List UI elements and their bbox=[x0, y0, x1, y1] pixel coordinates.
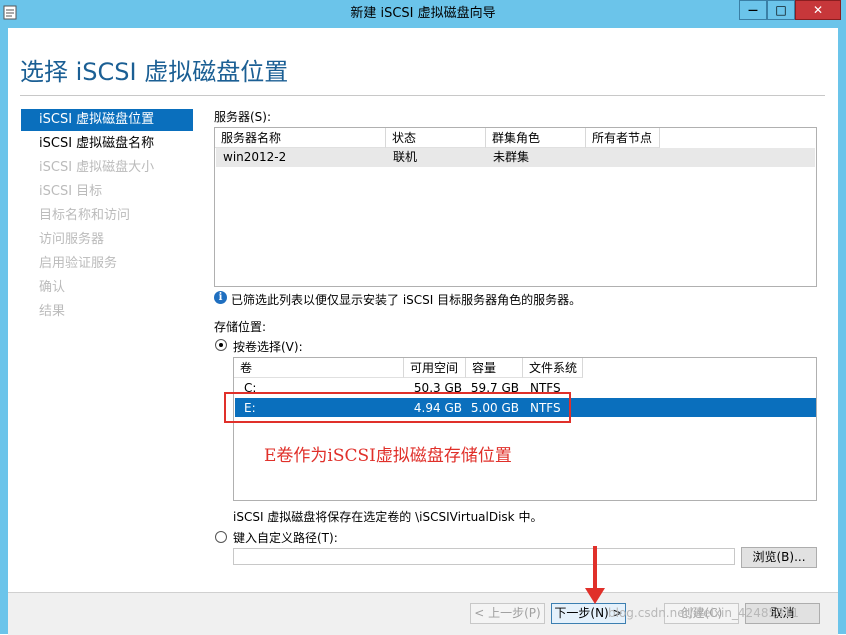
server-owner-cell bbox=[587, 148, 593, 167]
column-header-status[interactable]: 状态 bbox=[386, 128, 486, 148]
custom-path-label[interactable]: 键入自定义路径(T): bbox=[233, 529, 338, 546]
by-volume-label[interactable]: 按卷选择(V): bbox=[233, 338, 303, 355]
column-header-free-space[interactable]: 可用空间 bbox=[404, 358, 466, 378]
server-name-cell: win2012-2 bbox=[223, 150, 287, 164]
nav-item-iscsi-target: iSCSI 目标 bbox=[39, 184, 103, 199]
nav-item-auth-services: 启用验证服务 bbox=[39, 256, 118, 271]
filter-info-text: 已筛选此列表以便仅显示安装了 iSCSI 目标服务器角色的服务器。 bbox=[231, 293, 582, 307]
radio-selected-dot bbox=[219, 343, 223, 347]
page-title: 选择 iSCSI 虚拟磁盘位置 bbox=[20, 58, 289, 86]
nav-item-results: 结果 bbox=[39, 304, 66, 319]
window-title: 新建 iSCSI 虚拟磁盘向导 bbox=[350, 6, 496, 21]
column-header-server-name[interactable]: 服务器名称 bbox=[215, 128, 386, 148]
column-header-volume[interactable]: 卷 bbox=[234, 358, 404, 378]
by-volume-radio[interactable] bbox=[215, 339, 227, 351]
annotation-arrow-shaft bbox=[593, 546, 597, 592]
server-status-cell: 联机 bbox=[393, 150, 418, 164]
custom-path-input[interactable] bbox=[233, 548, 735, 565]
custom-path-radio[interactable] bbox=[215, 531, 227, 543]
nav-item-access-servers: 访问服务器 bbox=[39, 232, 105, 247]
heading-divider bbox=[20, 95, 825, 96]
nav-item-target-name-access: 目标名称和访问 bbox=[39, 208, 131, 223]
annotation-highlight-box bbox=[224, 392, 571, 423]
volume-list[interactable]: 卷 可用空间 容量 文件系统 C: 50.3 GB 59.7 GB NTFS E… bbox=[233, 357, 817, 501]
annotation-arrow-head bbox=[585, 588, 605, 604]
server-list[interactable]: 服务器名称 状态 群集角色 所有者节点 win2012-2 联机 未群集 bbox=[214, 127, 817, 287]
minimize-button[interactable]: — bbox=[739, 0, 767, 20]
minimize-icon: — bbox=[748, 4, 758, 16]
save-location-note: iSCSI 虚拟磁盘将保存在选定卷的 \iSCSIVirtualDisk 中。 bbox=[233, 510, 543, 524]
column-header-capacity[interactable]: 容量 bbox=[466, 358, 523, 378]
window-frame-right bbox=[838, 28, 846, 634]
watermark: blog.csdn.net/weixin_42485311 bbox=[608, 606, 799, 620]
column-header-cluster-role[interactable]: 群集角色 bbox=[486, 128, 586, 148]
maximize-icon: □ bbox=[775, 3, 787, 17]
back-button[interactable]: < 上一步(P) bbox=[470, 603, 545, 624]
server-cluster-cell: 未群集 bbox=[493, 150, 530, 164]
nav-item-disk-name[interactable]: iSCSI 虚拟磁盘名称 bbox=[21, 133, 193, 155]
nav-item-disk-location[interactable]: iSCSI 虚拟磁盘位置 bbox=[21, 109, 193, 131]
info-icon: i bbox=[214, 291, 227, 304]
servers-label: 服务器(S): bbox=[214, 110, 272, 124]
maximize-button[interactable]: □ bbox=[767, 0, 795, 20]
storage-location-label: 存储位置: bbox=[214, 320, 267, 334]
close-button[interactable]: ✕ bbox=[795, 0, 841, 20]
title-bar[interactable]: 新建 iSCSI 虚拟磁盘向导 — □ ✕ bbox=[0, 0, 846, 28]
window-frame-left bbox=[0, 28, 8, 634]
browse-button[interactable]: 浏览(B)... bbox=[741, 547, 817, 568]
column-header-file-system[interactable]: 文件系统 bbox=[523, 358, 583, 378]
close-icon: ✕ bbox=[812, 3, 824, 17]
nav-item-confirm: 确认 bbox=[39, 280, 66, 295]
nav-item-disk-size: iSCSI 虚拟磁盘大小 bbox=[39, 160, 155, 175]
column-header-owner-node[interactable]: 所有者节点 bbox=[586, 128, 660, 148]
annotation-text: E卷作为iSCSI虚拟磁盘存储位置 bbox=[264, 446, 512, 466]
